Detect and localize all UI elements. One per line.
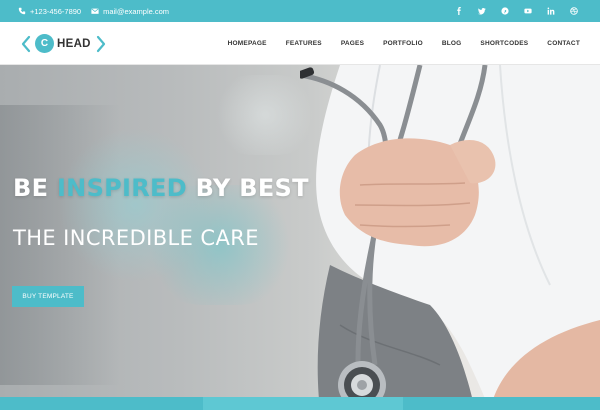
chevron-right-icon: [96, 35, 105, 52]
phone-contact[interactable]: +123-456-7890: [18, 7, 81, 16]
main-nav: HOMEPAGE FEATURES PAGES PORTFOLIO BLOG S…: [228, 22, 580, 65]
nav-blog[interactable]: BLOG: [442, 40, 462, 47]
headline-accent: INSPIRED: [56, 174, 187, 202]
hero-banner: BE INSPIRED BY BEST THE INCREDIBLE CARE …: [0, 65, 600, 410]
social-links: [455, 0, 578, 22]
headline-part1: BE: [13, 174, 57, 202]
nav-portfolio[interactable]: PORTFOLIO: [383, 40, 423, 47]
facebook-icon[interactable]: [455, 7, 463, 15]
nav-pages[interactable]: PAGES: [341, 40, 364, 47]
nav-features[interactable]: FEATURES: [286, 40, 322, 47]
headline-part2: BY BEST: [186, 174, 309, 202]
linkedin-icon[interactable]: [547, 7, 555, 15]
nav-homepage[interactable]: HOMEPAGE: [228, 40, 267, 47]
nav-shortcodes[interactable]: SHORTCODES: [480, 40, 528, 47]
twitter-icon[interactable]: [478, 7, 486, 15]
phone-icon: [18, 7, 26, 15]
hero-headline: BE INSPIRED BY BEST: [13, 174, 309, 202]
doctor-with-stethoscope-image: [297, 65, 600, 410]
phone-number: +123-456-7890: [30, 6, 82, 16]
contact-info: +123-456-7890 mail@example.com: [18, 0, 169, 22]
site-header: C HEAD HOMEPAGE FEATURES PAGES PORTFOLIO…: [0, 22, 600, 65]
pinterest-icon[interactable]: [501, 7, 509, 15]
bottom-feature-strip: [0, 397, 600, 410]
feature-block[interactable]: [403, 397, 600, 410]
top-bar: +123-456-7890 mail@example.com: [0, 0, 600, 22]
hero-subheadline: THE INCREDIBLE CARE: [13, 226, 259, 250]
envelope-icon: [91, 8, 99, 14]
email-contact[interactable]: mail@example.com: [91, 7, 169, 16]
logo[interactable]: C HEAD: [20, 22, 107, 65]
nav-contact[interactable]: CONTACT: [547, 40, 580, 47]
feature-block[interactable]: [203, 397, 403, 410]
buy-template-button[interactable]: BUY TEMPLATE: [12, 286, 84, 307]
email-address: mail@example.com: [103, 6, 170, 16]
logo-badge: C: [35, 34, 54, 53]
logo-name: HEAD: [57, 37, 91, 50]
dribbble-icon[interactable]: [570, 7, 578, 15]
feature-block[interactable]: [0, 397, 203, 410]
youtube-icon[interactable]: [524, 7, 532, 15]
chevron-left-icon: [21, 35, 31, 52]
